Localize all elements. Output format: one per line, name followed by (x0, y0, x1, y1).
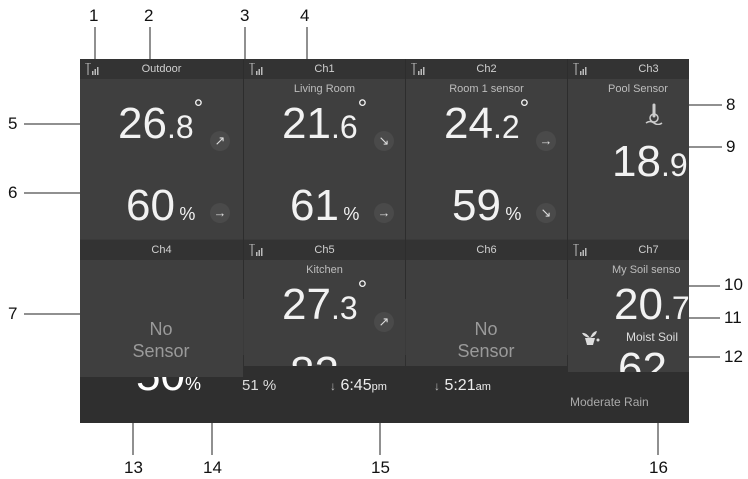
header-ch3[interactable]: Ch3 (568, 59, 689, 79)
callout-11: 11 (724, 308, 742, 327)
callout-8: 8 (726, 95, 736, 114)
header-ch1[interactable]: Ch1 (244, 59, 405, 79)
callout-15: 15 (371, 458, 390, 477)
trend-steady-icon: → (536, 131, 556, 151)
secondary-humidity: 51 % (242, 377, 277, 394)
panel-ch6[interactable]: No Sensor (406, 260, 567, 366)
panel-outdoor[interactable]: 26.8° ↗ 60 % → (80, 79, 243, 239)
callout-14: 14 (203, 458, 222, 477)
callout-5: 5 (8, 114, 18, 133)
sunset-arrow-icon: ↓ (330, 379, 336, 393)
humidity-value: 60 % (126, 181, 196, 230)
soil-plant-icon (582, 331, 600, 345)
callout-1: 1 (89, 6, 99, 25)
divider (405, 59, 406, 299)
panel-ch2[interactable]: Room 1 sensor 24.2° → 59 % ↘ (406, 79, 567, 239)
humidity-value: 59 % (452, 181, 522, 230)
channel-name: Ch5 (314, 244, 335, 256)
callout-4: 4 (300, 6, 310, 25)
panel-ch5[interactable]: Kitchen 27.3° ↗ 82 (244, 260, 405, 366)
sensor-name: Pool Sensor (608, 83, 668, 95)
signal-icon (249, 244, 263, 256)
temperature-value: 18.9 (612, 137, 688, 186)
soil-status: Moist Soil (626, 330, 679, 344)
panel-ch3[interactable]: Pool Sensor 18.9 (568, 79, 689, 239)
temperature-value: 21.6° (282, 95, 368, 148)
channel-name: Ch6 (476, 244, 497, 256)
channel-name: Ch4 (151, 244, 172, 256)
callout-7: 7 (8, 304, 18, 323)
humidity-value: 82 (290, 348, 339, 366)
header-outdoor[interactable]: Outdoor (80, 59, 243, 79)
sensor-name: Kitchen (306, 264, 343, 276)
callout-10: 10 (724, 275, 743, 294)
callout-6: 6 (8, 183, 18, 202)
callout-12: 12 (724, 347, 743, 366)
signal-icon (573, 63, 587, 75)
header-ch6[interactable]: Ch6 (406, 240, 567, 260)
trend-down-icon: ↘ (536, 203, 556, 223)
temperature-value: 24.2° (444, 95, 530, 148)
trend-up-icon: ↗ (210, 131, 230, 151)
callout-16: 16 (649, 458, 668, 477)
sensor-name: Living Room (293, 83, 356, 95)
no-sensor-label: No Sensor (132, 319, 190, 361)
sensor-name: Room 1 sensor (449, 83, 524, 95)
callout-3: 3 (240, 6, 250, 25)
signal-icon (411, 63, 425, 75)
header-ch5[interactable]: Ch5 (244, 240, 405, 260)
trend-down-icon: ↘ (374, 131, 394, 151)
trend-steady-icon: → (374, 203, 394, 223)
trend-steady-icon: → (210, 203, 230, 223)
sunset-time: ↓ 6:45pm (330, 377, 387, 394)
sunrise-time: ↓ 5:21am (434, 377, 491, 394)
no-sensor-label: No Sensor (457, 319, 515, 361)
signal-icon (573, 244, 587, 256)
divider (567, 59, 568, 299)
callout-2: 2 (144, 6, 154, 25)
rain-intensity: Moderate Rain (570, 395, 649, 409)
channel-name: Outdoor (141, 63, 182, 75)
callout-9: 9 (726, 137, 736, 156)
temperature-value: 27.3° (282, 276, 368, 329)
header-ch2[interactable]: Ch2 (406, 59, 567, 79)
soil-moisture-value: 62 (618, 344, 667, 372)
signal-icon (249, 63, 263, 75)
channel-name: Ch3 (638, 63, 659, 75)
trend-up-icon: ↗ (374, 312, 394, 332)
header-ch7[interactable]: Ch7 (568, 240, 689, 260)
channel-name: Ch7 (638, 244, 659, 256)
channel-name: Ch1 (314, 63, 335, 75)
header-ch4[interactable]: Ch4 (80, 240, 243, 260)
sensor-name: My Soil senso (612, 264, 681, 276)
weather-display-screen: Outdoor Ch1 Ch2 Ch3 26.8° ↗ 60 % → Livin… (80, 59, 689, 423)
panel-ch7[interactable]: My Soil senso 20.7 Moist Soil 62 (568, 260, 689, 372)
humidity-value: 61 % (290, 181, 360, 230)
callout-13: 13 (124, 458, 143, 477)
panel-ch1[interactable]: Living Room 21.6° ↘ 61 % → (244, 79, 405, 239)
sunrise-arrow-icon: ↓ (434, 379, 440, 393)
pool-thermometer-icon (645, 103, 663, 125)
channel-name: Ch2 (476, 63, 497, 75)
temperature-value: 20.7 (614, 280, 689, 329)
divider (243, 59, 244, 299)
temperature-value: 26.8° (118, 95, 204, 148)
signal-icon (85, 63, 99, 75)
panel-ch4[interactable]: No Sensor (80, 260, 243, 377)
